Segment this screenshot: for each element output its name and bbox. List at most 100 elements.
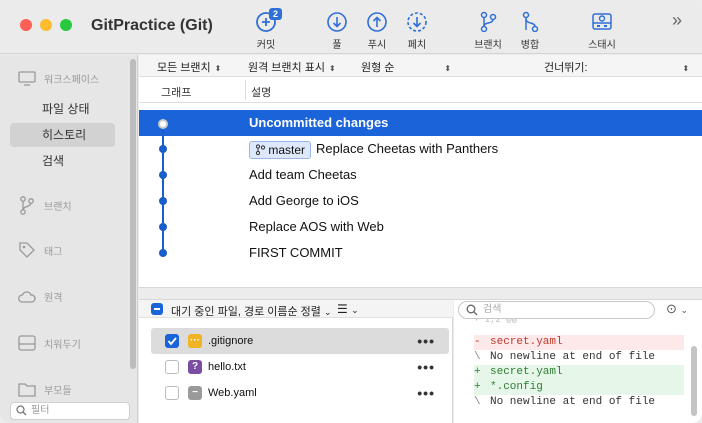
commit-row[interactable]: Add George to iOS (139, 188, 702, 214)
chevron-updown-icon: ⬍ (444, 64, 452, 73)
pull-label: 풀 (332, 40, 342, 51)
skip-dropdown[interactable]: 건너뛰기: ⬍ (544, 59, 689, 75)
zoom-window-button[interactable] (60, 19, 72, 31)
sidebar-filter-input[interactable]: 필터 (10, 402, 130, 420)
sidebar-section-remotes[interactable]: 원격 (18, 289, 62, 304)
file-more-button[interactable]: ••• (417, 354, 435, 380)
app-window: GitPractice (Git) 2 커밋 풀 푸시 페치 브랜치 병합 스태… (0, 0, 702, 423)
skip-label: 건너뛰기: (544, 62, 588, 74)
chevron-down-icon: ⌄ (323, 307, 332, 317)
diff-scrollbar[interactable] (688, 318, 700, 423)
sidebar-section-tags[interactable]: 태그 (18, 241, 62, 259)
branch-icon (255, 143, 266, 155)
history-filter-bar: 모든 브랜치 ⬍ 원격 브랜치 표시 ⬍ 원형 순 ⬍ 건너뛰기: ⬍ (139, 55, 702, 77)
merge-icon (522, 11, 539, 32)
folder-icon (18, 383, 36, 397)
branch-tag[interactable]: master (249, 140, 312, 159)
diff-panel: + 1,2 @@ 검색 ⊙ ⌄ - secret.yaml \ No newline… (454, 300, 702, 423)
sidebar-item-search[interactable]: 검색 (10, 149, 115, 173)
chevron-down-icon: ⌄ (680, 305, 689, 315)
order-dropdown-label: 원형 순 (361, 62, 395, 74)
files-header-label: 대기 중인 파일, 경로 이름순 정렬 (171, 306, 321, 318)
file-name: Web.yaml (208, 387, 257, 399)
toolbar-overflow-button[interactable]: » (672, 10, 682, 31)
remotes-label: 원격 (44, 293, 63, 304)
commit-row[interactable]: Add team Cheetas (139, 162, 702, 188)
description-column-header[interactable]: 설명 (251, 84, 271, 100)
commit-row[interactable]: master Replace Cheetas with Panthers (139, 136, 702, 162)
sidebar-section-stashes[interactable]: 치워두기 (18, 335, 81, 351)
commit-message: Replace AOS with Web (249, 219, 384, 234)
file-checkbox[interactable] (165, 334, 179, 348)
remote-branches-dropdown[interactable]: 원격 브랜치 표시 ⬍ (248, 59, 336, 75)
diff-options-button[interactable]: ⊙ ⌄ (666, 301, 688, 317)
file-name: .gitignore (208, 335, 254, 347)
close-window-button[interactable] (20, 19, 32, 31)
files-header: 대기 중인 파일, 경로 이름순 정렬 ⌄ ☰ ⌄ (139, 300, 453, 318)
file-more-button[interactable]: ••• (417, 328, 435, 354)
fetch-button[interactable]: 페치 (404, 10, 430, 51)
minimize-window-button[interactable] (40, 19, 52, 31)
sidebar-item-history[interactable]: 히스토리 (10, 123, 115, 147)
stash-label: 스태시 (588, 40, 616, 51)
sidebar-scroll-thumb[interactable] (130, 59, 136, 369)
file-checkbox[interactable] (165, 360, 179, 374)
commit-row[interactable]: FIRST COMMIT (139, 240, 702, 266)
commit-button[interactable]: 2 커밋 (251, 8, 282, 51)
column-divider (245, 80, 246, 100)
diff-line-added: + *.config (474, 380, 684, 395)
removed-file-icon: − (188, 386, 202, 400)
branch-button[interactable]: 브랜치 (472, 10, 504, 51)
commit-row[interactable]: Replace AOS with Web (139, 214, 702, 240)
branches-dropdown-label: 모든 브랜치 (157, 62, 211, 74)
pull-button[interactable]: 풀 (324, 10, 350, 51)
sidebar-item-file-status[interactable]: 파일 상태 (10, 97, 115, 121)
diff-scroll-thumb[interactable] (691, 346, 697, 416)
file-row[interactable]: ? hello.txt ••• (151, 354, 449, 380)
staged-files-panel: 대기 중인 파일, 경로 이름순 정렬 ⌄ ☰ ⌄ ··· .gitignore… (139, 300, 453, 423)
graph-column-header[interactable]: 그래프 (161, 84, 191, 100)
tags-label: 태그 (44, 246, 63, 258)
commit-row[interactable]: Uncommitted changes (139, 110, 702, 136)
sidebar: 워크스페이스 파일 상태 히스토리 검색 브랜치 태그 원격 치워두기 부모들 (0, 55, 138, 423)
pull-icon (327, 12, 347, 32)
merge-label: 병합 (520, 40, 540, 51)
workspace-section: 워크스페이스 (18, 71, 99, 86)
remote-dropdown-label: 원격 브랜치 표시 (248, 62, 325, 74)
sidebar-section-parents[interactable]: 부모들 (18, 381, 72, 397)
file-more-button[interactable]: ••• (417, 380, 435, 406)
file-row[interactable]: ··· .gitignore ••• (151, 328, 449, 354)
view-options-button[interactable]: ☰ ⌄ (337, 302, 359, 316)
branches-dropdown[interactable]: 모든 브랜치 ⬍ (157, 59, 221, 75)
branch-tag-label: master (268, 142, 306, 157)
search-icon (466, 304, 478, 316)
select-all-checkbox[interactable] (151, 303, 163, 315)
fetch-label: 페치 (407, 40, 427, 51)
commit-label: 커밋 (256, 40, 276, 51)
cloud-icon (18, 290, 36, 303)
merge-button[interactable]: 병합 (517, 10, 543, 51)
branches-label: 브랜치 (44, 201, 72, 213)
toolbar: GitPractice (Git) 2 커밋 풀 푸시 페치 브랜치 병합 스태… (0, 0, 702, 54)
file-row[interactable]: − Web.yaml ••• (151, 380, 449, 406)
diff-line-added: + secret.yaml (474, 365, 684, 380)
history-panel: 모든 브랜치 ⬍ 원격 브랜치 표시 ⬍ 원형 순 ⬍ 건너뛰기: ⬍ 그래프 설명 U… (139, 55, 702, 300)
commit-message: Replace Cheetas with Panthers (316, 141, 499, 156)
sidebar-scrollbar[interactable] (128, 55, 138, 400)
commit-message: FIRST COMMIT (249, 245, 343, 260)
files-sort-dropdown[interactable]: 대기 중인 파일, 경로 이름순 정렬 ⌄ (171, 303, 332, 319)
diff-line-note: \ No newline at end of file (474, 351, 656, 363)
diff-search-input[interactable]: 검색 (458, 301, 655, 319)
branch-label: 브랜치 (474, 40, 502, 51)
file-checkbox[interactable] (165, 386, 179, 400)
window-title: GitPractice (Git) (91, 17, 213, 34)
stash-button[interactable]: 스태시 (586, 10, 618, 51)
order-dropdown[interactable]: 원형 순 ⬍ (361, 59, 451, 75)
push-button[interactable]: 푸시 (364, 10, 390, 51)
push-label: 푸시 (367, 40, 387, 51)
sidebar-section-branches[interactable]: 브랜치 (18, 195, 72, 215)
ellipsis-circle-icon: ⊙ (666, 301, 677, 316)
untracked-file-icon: ? (188, 360, 202, 374)
pane-splitter[interactable] (139, 287, 702, 300)
commit-message: Add George to iOS (249, 193, 359, 208)
